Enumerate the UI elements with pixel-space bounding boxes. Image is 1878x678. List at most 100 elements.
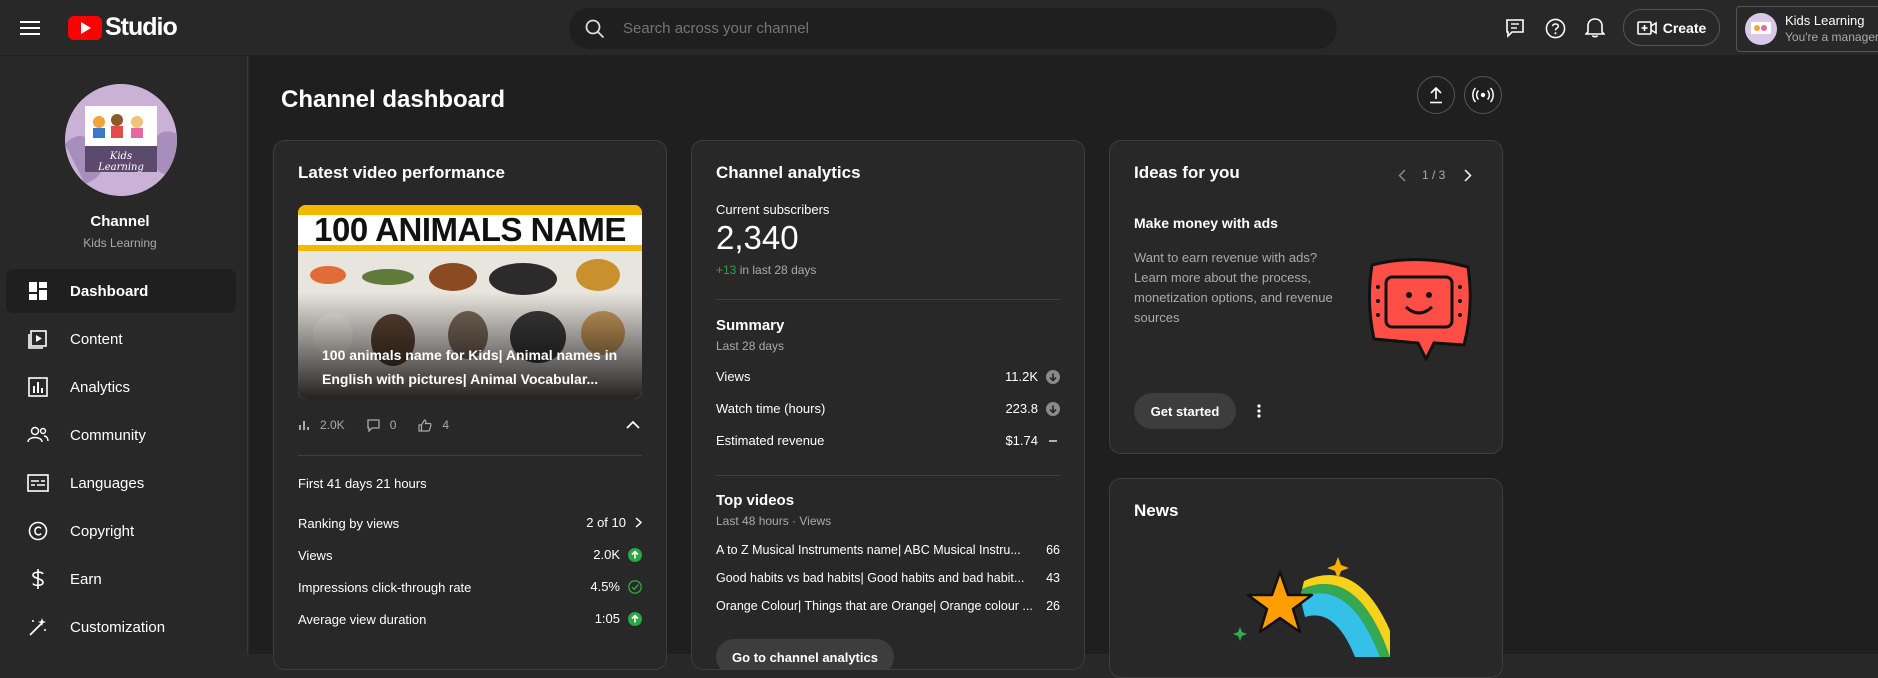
summary-views: 11.2K (892, 369, 1060, 384)
channel-name: Kids Learning (83, 236, 157, 250)
sidebar-item-community[interactable]: Community (6, 413, 236, 457)
views-count: 2.0K (320, 418, 345, 432)
sidebar-item-analytics[interactable]: Analytics (6, 365, 236, 409)
video-thumbnail[interactable]: 100 ANIMALS NAME 100 animals name for Ki… (298, 205, 642, 399)
idea-heading: Make money with ads (1134, 215, 1278, 231)
dashboard-icon (6, 281, 70, 301)
top-video-row[interactable]: Orange Colour| Things that are Orange| O… (716, 599, 1060, 613)
community-icon (6, 426, 70, 444)
ctr-metric: 4.5% (474, 579, 642, 594)
ranking-label: Ranking by views (298, 516, 400, 531)
ideas-card: Ideas for you 1 / 3 Make money with ads … (1109, 140, 1503, 454)
create-video-icon (1636, 20, 1657, 35)
sidebar-item-label: Languages (70, 474, 145, 492)
help-icon[interactable] (1541, 14, 1569, 42)
avd-value: 1:05 (594, 611, 620, 626)
top-bar: Studio Create Kids Learning You're a man… (0, 0, 1878, 56)
summary-views-label: Views (716, 369, 751, 384)
upload-button[interactable] (1417, 76, 1455, 114)
more-options-icon[interactable] (1248, 399, 1270, 423)
views-metric-label: Views (298, 548, 333, 563)
sidebar-item-label: Content (70, 330, 123, 348)
comment-icon (367, 418, 380, 432)
sidebar-item-dashboard[interactable]: Dashboard (6, 269, 236, 313)
sidebar-item-label: Community (70, 426, 146, 444)
studio-logo[interactable]: Studio (68, 13, 178, 42)
sidebar-item-label: Customization (70, 618, 166, 636)
create-button[interactable]: Create (1623, 9, 1720, 46)
summary-views-value: 11.2K (1004, 369, 1038, 384)
notifications-icon[interactable] (1581, 13, 1609, 41)
sidebar-item-content[interactable]: Content (6, 317, 236, 361)
sidebar-item-languages[interactable]: Languages (6, 461, 236, 505)
card-title: News (1134, 501, 1179, 520)
go-live-button[interactable] (1464, 76, 1502, 114)
sidebar-item-copyright[interactable]: Copyright (6, 509, 236, 553)
summary-revenue: $1.74 (892, 433, 1060, 448)
check-circle-icon (628, 579, 642, 594)
card-title: Latest video performance (298, 163, 505, 182)
summary-revenue-label: Estimated revenue (716, 433, 825, 448)
summary-watch-time-value: 223.8 (1005, 401, 1038, 416)
channel-label: Channel (90, 213, 150, 230)
account-role: You're a manager (1785, 30, 1878, 44)
sidebar-item-customization[interactable]: Customization (6, 605, 236, 649)
views-icon (299, 421, 309, 430)
top-video-row[interactable]: Good habits vs bad habits| Good habits a… (716, 571, 1060, 585)
account-switcher[interactable]: Kids Learning You're a manager (1736, 6, 1878, 52)
main-content: Channel dashboard Latest video performan… (249, 56, 1878, 678)
content-icon (6, 329, 70, 349)
collapse-chevron-up-icon[interactable] (624, 417, 642, 431)
top-video-views: 66 (1046, 543, 1060, 557)
avd-metric: 1:05 (474, 611, 642, 626)
menu-icon[interactable] (16, 14, 44, 42)
summary-title: Summary (716, 317, 785, 334)
account-avatar (1745, 13, 1777, 45)
up-arrow-green-icon (628, 611, 642, 626)
top-video-title: A to Z Musical Instruments name| ABC Mus… (716, 543, 1021, 557)
news-card: News (1109, 478, 1503, 678)
top-video-title: Good habits vs bad habits| Good habits a… (716, 571, 1025, 585)
logo-text: Studio (105, 13, 178, 41)
subscribers-label: Current subscribers (716, 202, 830, 217)
sidebar: Kids Learning Channel Kids Learning Dash… (0, 56, 248, 654)
languages-icon (6, 474, 70, 492)
top-video-row[interactable]: A to Z Musical Instruments name| ABC Mus… (716, 543, 1060, 557)
summary-period: Last 28 days (716, 339, 785, 353)
likes-count: 4 (442, 418, 450, 432)
top-video-views: 26 (1046, 599, 1060, 613)
go-to-analytics-button[interactable]: Go to channel analytics (716, 639, 894, 669)
latest-video-card: Latest video performance 100 ANIMALS NAM (273, 140, 667, 670)
search-input[interactable] (623, 20, 1283, 37)
ranking-value: 2 of 10 (586, 515, 626, 530)
feedback-icon[interactable] (1501, 14, 1529, 42)
avatar-caption: Kids Learning (98, 151, 144, 173)
no-change-dash-icon (1049, 439, 1057, 442)
card-title: Channel analytics (716, 163, 861, 182)
top-videos-period: Last 48 hours · Views (716, 514, 832, 528)
shooting-star-illustration (1230, 557, 1390, 657)
page-title: Channel dashboard (281, 86, 506, 113)
subscribers-change: +13 in last 28 days (716, 263, 816, 277)
previous-chevron-icon[interactable] (1394, 167, 1410, 183)
next-chevron-icon[interactable] (1460, 167, 1476, 183)
youtube-logo-icon (68, 15, 102, 40)
copyright-icon (6, 521, 70, 541)
sidebar-item-label: Analytics (70, 378, 131, 396)
account-name: Kids Learning (1785, 13, 1865, 28)
subscribers-delta: +13 (716, 263, 737, 277)
avd-label: Average view duration (298, 612, 427, 627)
ideas-pager: 1 / 3 (1422, 168, 1446, 182)
views-metric: 2.0K (474, 547, 642, 562)
top-video-views: 43 (1046, 571, 1060, 585)
ranking-link[interactable]: 2 of 10 (474, 515, 642, 530)
sidebar-item-earn[interactable]: Earn (6, 557, 236, 601)
sidebar-item-label: Dashboard (70, 282, 149, 300)
idea-body: Want to earn revenue with ads? Learn mor… (1134, 250, 1333, 325)
period-label: First 41 days 21 hours (298, 476, 427, 491)
summary-watch-time: 223.8 (892, 401, 1060, 416)
channel-avatar[interactable]: Kids Learning (65, 84, 177, 196)
get-started-button[interactable]: Get started (1134, 393, 1236, 429)
search-box[interactable] (569, 8, 1337, 49)
down-arrow-grey-icon (1046, 401, 1060, 416)
